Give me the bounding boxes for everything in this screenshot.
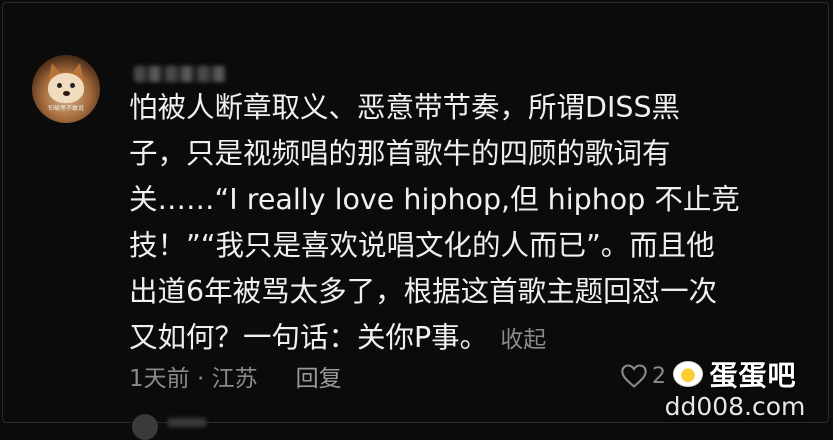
comment-line: 子，只是视频唱的那首歌牛的四顾的歌词有 bbox=[129, 137, 671, 170]
reply-button[interactable]: 回复 bbox=[296, 359, 342, 393]
dog-face bbox=[48, 73, 84, 103]
watermark-title-row: 蛋蛋吧 bbox=[650, 356, 820, 392]
dog-eye bbox=[70, 83, 75, 88]
dog-nose bbox=[63, 91, 70, 96]
comment-meta: 1天前 · 江苏 回复 bbox=[129, 358, 342, 394]
comment-line: 出道6年被骂太多了，根据这首歌主题回怼一次 bbox=[129, 275, 718, 308]
collapse-link[interactable]: 收起 bbox=[500, 327, 546, 353]
comment-line: 关……“I really love hiphop,但 hiphop 不止竞 bbox=[129, 183, 740, 216]
next-comment-username-blurred bbox=[168, 418, 206, 427]
watermark: 蛋蛋吧 dd008.com bbox=[650, 352, 820, 422]
username-blurred[interactable] bbox=[134, 66, 226, 82]
timestamp-location: 1天前 · 江苏 bbox=[129, 366, 258, 392]
comment-line: 怕被人断章取义、恶意带节奏，所谓DISS黑 bbox=[129, 91, 681, 124]
avatar[interactable]: 怕被黑不敢说 bbox=[32, 55, 100, 123]
watermark-title: 蛋蛋吧 bbox=[709, 359, 797, 392]
egg-icon bbox=[673, 361, 704, 387]
comment-line: 技！”“我只是喜欢说唱文化的人而已”。而且他 bbox=[129, 229, 715, 262]
avatar-caption: 怕被黑不敢说 bbox=[47, 105, 84, 112]
comment-text: 怕被人断章取义、恶意带节奏，所谓DISS黑 子，只是视频唱的那首歌牛的四顾的歌词… bbox=[129, 85, 809, 361]
heart-outline-icon bbox=[621, 364, 647, 388]
next-comment-avatar[interactable] bbox=[132, 414, 158, 440]
watermark-url: dd008.com bbox=[664, 392, 806, 421]
comment-line-text: 又如何？一句话：关你P事。 bbox=[129, 321, 489, 354]
dog-eye bbox=[57, 83, 62, 88]
